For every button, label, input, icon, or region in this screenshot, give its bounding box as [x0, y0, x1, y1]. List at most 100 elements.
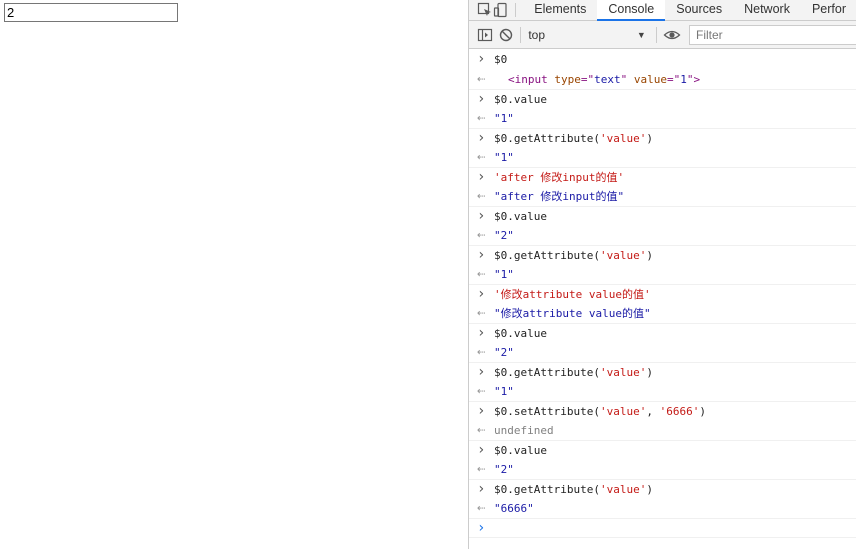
console-token: ">	[686, 73, 701, 86]
console-token: 'value'	[599, 482, 647, 496]
console-input-row: › '修改attribute value的值'	[469, 285, 856, 305]
console-token: 1	[680, 73, 687, 86]
text-input[interactable]	[4, 3, 178, 22]
console-entry-text: $0.getAttribute('value')	[494, 363, 653, 382]
result-arrow-icon: ⇠	[477, 110, 486, 126]
console-input-row: › $0	[469, 49, 856, 70]
tab-elements[interactable]: Elements	[523, 0, 597, 20]
console-token: $0.value	[494, 92, 547, 106]
console-entry-text: $0.getAttribute('value')	[494, 246, 653, 265]
console-entry-text: "6666"	[494, 499, 534, 518]
console-token: <	[508, 73, 515, 86]
console-entry-text: '修改attribute value的值'	[494, 285, 651, 304]
console-entry-text: 'after 修改input的值'	[494, 168, 624, 187]
console-output-row: ⇠ "2"	[469, 460, 856, 480]
console-token: "2"	[494, 463, 514, 476]
console-prompt-row[interactable]: ›	[469, 519, 856, 538]
console-token: "1"	[494, 112, 514, 125]
result-arrow-icon: ⇠	[477, 461, 486, 477]
device-toolbar-icon[interactable]	[493, 0, 509, 20]
tab-performance[interactable]: Perfor	[801, 0, 856, 20]
console-log[interactable]: › $0 ⇠ <input type="text" value="1"> › $0.val…	[469, 49, 856, 549]
tab-network[interactable]: Network	[733, 0, 801, 20]
filter-input[interactable]	[689, 24, 856, 45]
console-entry-text: undefined	[494, 421, 554, 440]
inspect-element-icon[interactable]	[477, 0, 493, 20]
result-arrow-icon: ⇠	[477, 149, 486, 165]
console-token: $0.getAttribute(	[494, 365, 600, 379]
console-token: $0.value	[494, 209, 547, 223]
console-entry-text: $0.value	[494, 207, 547, 226]
console-token: )	[646, 131, 653, 145]
console-entry-text: "1"	[494, 265, 514, 284]
console-token: $0.getAttribute(	[494, 131, 600, 145]
console-token: '6666'	[659, 404, 700, 418]
console-token: ="	[667, 73, 681, 86]
clear-console-icon[interactable]	[495, 24, 516, 46]
result-arrow-icon: ⇠	[477, 500, 486, 516]
toolbar-divider	[520, 26, 522, 43]
input-chevron-icon: ›	[477, 246, 486, 263]
console-entry-text: $0	[494, 49, 507, 70]
input-chevron-icon: ›	[477, 51, 486, 67]
result-arrow-icon: ⇠	[477, 305, 486, 321]
context-selector[interactable]: top ▼	[526, 24, 652, 46]
console-entry-text: $0.value	[494, 90, 547, 109]
input-chevron-icon: ›	[477, 168, 486, 185]
console-token: )	[646, 248, 653, 262]
console-token: "2"	[494, 229, 514, 242]
console-input-row: › $0.getAttribute('value')	[469, 363, 856, 383]
prompt-chevron-icon: ›	[477, 519, 486, 536]
console-token: )	[699, 404, 706, 418]
console-entry-text: $0.value	[494, 324, 547, 343]
result-arrow-icon: ⇠	[477, 422, 486, 438]
console-input-row: › $0.value	[469, 90, 856, 110]
console-token: type	[547, 73, 581, 86]
result-arrow-icon: ⇠	[477, 344, 486, 360]
console-entry-text: $0.setAttribute('value', '6666')	[494, 402, 706, 421]
tab-console[interactable]: Console	[597, 0, 666, 21]
input-chevron-icon: ›	[477, 363, 486, 380]
console-toolbar: top ▼	[469, 21, 856, 49]
console-token: )	[646, 365, 653, 379]
console-input-row: › $0.getAttribute('value')	[469, 246, 856, 266]
console-token: 'value'	[599, 404, 647, 418]
input-chevron-icon: ›	[477, 480, 486, 497]
console-input-row: › $0.setAttribute('value', '6666')	[469, 402, 856, 422]
console-token: $0	[494, 53, 508, 66]
sidebar-toggle-icon[interactable]	[474, 24, 495, 46]
tab-sources[interactable]: Sources	[665, 0, 733, 20]
console-token: "1"	[494, 268, 514, 281]
console-token: $0.getAttribute(	[494, 248, 600, 262]
console-token: "1"	[494, 151, 514, 164]
console-token: "修改attribute value的值"	[494, 307, 651, 320]
result-arrow-icon: ⇠	[477, 227, 486, 243]
eye-icon[interactable]	[662, 24, 683, 46]
console-token: "6666"	[494, 502, 534, 515]
console-token: 'value'	[599, 365, 647, 379]
console-entry-text: <input type="text" value="1">	[508, 70, 700, 89]
console-input-row: › $0.getAttribute('value')	[469, 480, 856, 500]
console-output-row: ⇠ undefined	[469, 421, 856, 441]
result-arrow-icon: ⇠	[477, 188, 486, 204]
result-arrow-icon: ⇠	[477, 266, 486, 282]
input-chevron-icon: ›	[477, 402, 486, 419]
input-chevron-icon: ›	[477, 324, 486, 341]
console-output-row: ⇠ "修改attribute value的值"	[469, 304, 856, 324]
console-token: undefined	[494, 424, 554, 437]
devtools-tabbar: Elements Console Sources Network Perfor	[469, 0, 856, 21]
console-output-row: ⇠ "after 修改input的值"	[469, 187, 856, 207]
console-entry-text: "1"	[494, 148, 514, 167]
console-input-row: › $0.getAttribute('value')	[469, 129, 856, 149]
console-token: "2"	[494, 346, 514, 359]
console-token: $0.value	[494, 443, 547, 457]
console-input-row: › $0.value	[469, 441, 856, 461]
console-token: '修改attribute value的值'	[494, 287, 651, 301]
console-output-row: ⇠ <input type="text" value="1">	[469, 70, 856, 90]
result-arrow-icon: ⇠	[477, 71, 486, 87]
console-entry-text: $0.getAttribute('value')	[494, 129, 653, 148]
console-output-row: ⇠ "1"	[469, 148, 856, 168]
console-token: 'after 修改input的值'	[494, 170, 625, 184]
console-token: "after 修改input的值"	[494, 190, 625, 203]
console-output-row: ⇠ "6666"	[469, 499, 856, 519]
